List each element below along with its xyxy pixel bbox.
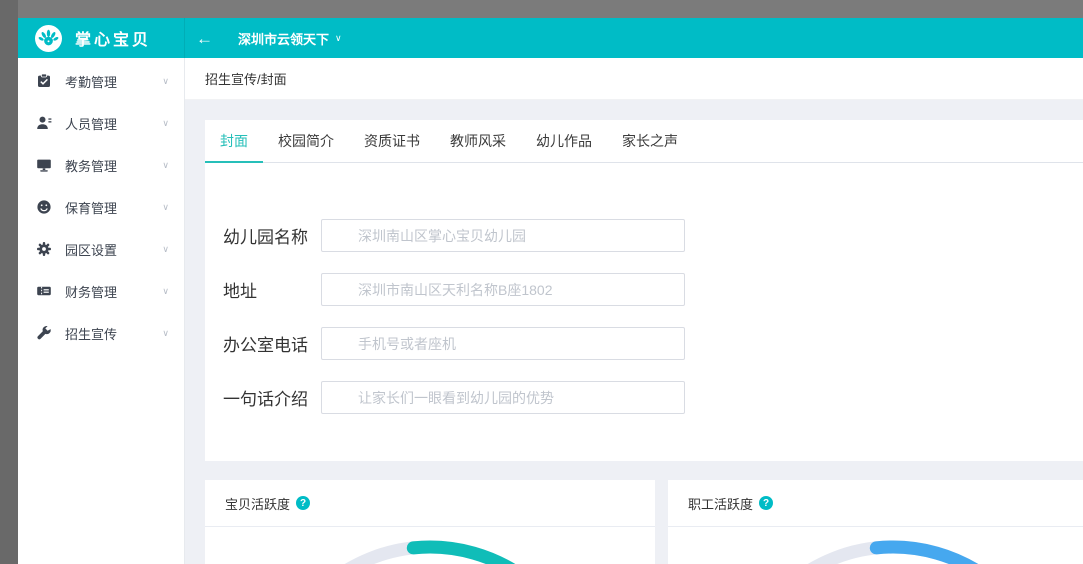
card-title: 职工活跃度 bbox=[688, 494, 753, 513]
help-icon[interactable]: ? bbox=[296, 496, 310, 510]
tab-school-intro[interactable]: 校园简介 bbox=[263, 120, 349, 162]
tab-teacher-style[interactable]: 教师风采 bbox=[435, 120, 521, 162]
address-input[interactable] bbox=[321, 273, 685, 306]
sidebar-item-academic[interactable]: 教务管理 ∨ bbox=[18, 144, 184, 186]
sidebar-item-childcare[interactable]: 保育管理 ∨ bbox=[18, 186, 184, 228]
chevron-down-icon: ∨ bbox=[162, 244, 169, 255]
breadcrumb-bar: 招生宣传/封面 bbox=[185, 58, 1083, 100]
app-window: 掌心宝贝 ← 深圳市云领天下 ∨ 考勤管理 ∨ 人员管 bbox=[18, 18, 1083, 564]
chevron-down-icon: ∨ bbox=[162, 160, 169, 171]
tab-label: 幼儿作品 bbox=[536, 131, 592, 151]
tab-children-works[interactable]: 幼儿作品 bbox=[521, 120, 607, 162]
form-row-address: 地址 bbox=[223, 273, 1083, 306]
tab-strip: 封面 校园简介 资质证书 教师风采 幼儿作品 家长之声 bbox=[205, 120, 1083, 163]
tab-certificates[interactable]: 资质证书 bbox=[349, 120, 435, 162]
field-label: 地址 bbox=[223, 277, 321, 302]
form-row-kindergarten-name: 幼儿园名称 bbox=[223, 219, 1083, 252]
sidebar-item-label: 人员管理 bbox=[65, 114, 117, 133]
staff-activity-card: 职工活跃度 ? bbox=[668, 480, 1083, 564]
help-icon[interactable]: ? bbox=[759, 496, 773, 510]
field-label: 一句话介绍 bbox=[223, 385, 321, 410]
sidebar-item-attendance[interactable]: 考勤管理 ∨ bbox=[18, 60, 184, 102]
palm-logo-icon bbox=[35, 25, 62, 52]
chevron-down-icon: ∨ bbox=[335, 33, 342, 44]
tab-label: 封面 bbox=[220, 131, 248, 151]
park-selector-label: 深圳市云领天下 bbox=[238, 29, 329, 48]
baby-activity-chart bbox=[205, 527, 655, 564]
card-header: 宝贝活跃度 ? bbox=[205, 480, 655, 527]
ticket-icon bbox=[36, 283, 52, 299]
top-bar: 掌心宝贝 ← 深圳市云领天下 ∨ bbox=[18, 18, 1083, 58]
field-label: 幼儿园名称 bbox=[223, 223, 321, 248]
sidebar-item-label: 园区设置 bbox=[65, 240, 117, 259]
kindergarten-name-input[interactable] bbox=[321, 219, 685, 252]
one-line-intro-input[interactable] bbox=[321, 381, 685, 414]
baby-activity-card: 宝贝活跃度 ? bbox=[205, 480, 655, 564]
stats-row: 宝贝活跃度 ? 职工活跃度 ? bbox=[205, 480, 1083, 564]
chevron-down-icon: ∨ bbox=[162, 202, 169, 213]
sidebar-item-label: 招生宣传 bbox=[65, 324, 117, 343]
clipboard-check-icon bbox=[36, 73, 52, 89]
wrench-icon bbox=[36, 325, 52, 341]
staff-activity-chart bbox=[668, 527, 1083, 564]
chevron-down-icon: ∨ bbox=[162, 118, 169, 129]
park-selector[interactable]: 深圳市云领天下 ∨ bbox=[238, 29, 342, 48]
chevron-down-icon: ∨ bbox=[162, 76, 169, 87]
user-icon bbox=[36, 115, 52, 131]
sidebar-item-enrollment[interactable]: 招生宣传 ∨ bbox=[18, 312, 184, 354]
card-header: 职工活跃度 ? bbox=[668, 480, 1083, 527]
top-bar-right: ← 深圳市云领天下 ∨ bbox=[185, 18, 1083, 58]
sidebar-item-label: 财务管理 bbox=[65, 282, 117, 301]
logo-section: 掌心宝贝 bbox=[18, 18, 185, 58]
sidebar-item-label: 考勤管理 bbox=[65, 72, 117, 91]
card-title: 宝贝活跃度 bbox=[225, 494, 290, 513]
content-area: 招生宣传/封面 封面 校园简介 资质证书 教师风采 幼儿作品 家长之声 幼儿园名… bbox=[185, 58, 1083, 564]
sidebar-item-label: 教务管理 bbox=[65, 156, 117, 175]
cover-form: 幼儿园名称 地址 办公室电话 一句话介绍 bbox=[205, 163, 1083, 414]
screen-frame-top bbox=[0, 0, 1083, 18]
office-phone-input[interactable] bbox=[321, 327, 685, 360]
chevron-down-icon: ∨ bbox=[162, 286, 169, 297]
tab-label: 教师风采 bbox=[450, 131, 506, 151]
content-scroll[interactable]: 封面 校园简介 资质证书 教师风采 幼儿作品 家长之声 幼儿园名称 地 bbox=[185, 100, 1083, 564]
sidebar-item-label: 保育管理 bbox=[65, 198, 117, 217]
tab-label: 校园简介 bbox=[278, 131, 334, 151]
sidebar-item-finance[interactable]: 财务管理 ∨ bbox=[18, 270, 184, 312]
app-title: 掌心宝贝 bbox=[75, 26, 151, 50]
sidebar-item-campus-settings[interactable]: 园区设置 ∨ bbox=[18, 228, 184, 270]
tab-parent-voices[interactable]: 家长之声 bbox=[607, 120, 693, 162]
sidebar: 考勤管理 ∨ 人员管理 ∨ 教务管理 ∨ bbox=[18, 58, 185, 564]
screen-frame-left bbox=[0, 0, 18, 564]
chevron-down-icon: ∨ bbox=[162, 328, 169, 339]
field-label: 办公室电话 bbox=[223, 331, 321, 356]
cover-form-card: 封面 校园简介 资质证书 教师风采 幼儿作品 家长之声 幼儿园名称 地 bbox=[205, 120, 1083, 461]
form-row-office-phone: 办公室电话 bbox=[223, 327, 1083, 360]
tab-label: 家长之声 bbox=[622, 131, 678, 151]
sidebar-item-personnel[interactable]: 人员管理 ∨ bbox=[18, 102, 184, 144]
tab-cover[interactable]: 封面 bbox=[205, 120, 263, 162]
breadcrumb: 招生宣传/封面 bbox=[205, 69, 287, 88]
tab-label: 资质证书 bbox=[364, 131, 420, 151]
monitor-icon bbox=[36, 157, 52, 173]
smiley-icon bbox=[36, 199, 52, 215]
gear-icon bbox=[36, 241, 52, 257]
back-button[interactable]: ← bbox=[196, 30, 213, 47]
form-row-one-line-intro: 一句话介绍 bbox=[223, 381, 1083, 414]
